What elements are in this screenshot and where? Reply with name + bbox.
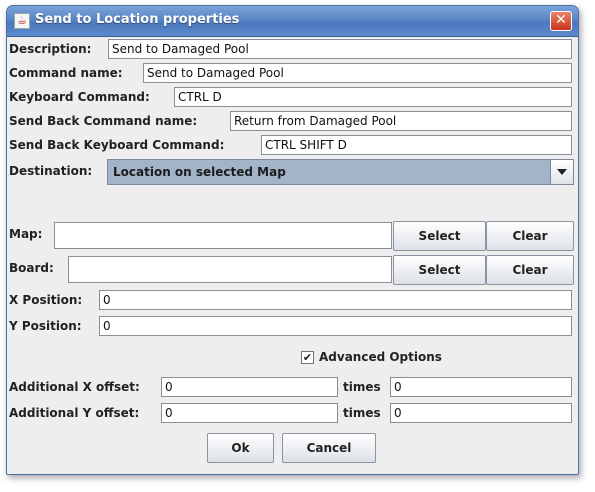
additional-x-times-label: times xyxy=(343,380,381,394)
keyboard-command-field[interactable]: CTRL D xyxy=(174,87,572,107)
destination-selected-value: Location on selected Map xyxy=(113,165,286,179)
additional-y-times-label: times xyxy=(343,406,381,420)
destination-label: Destination: xyxy=(9,164,93,178)
additional-x-offset-field[interactable]: 0 xyxy=(161,377,338,397)
command-name-label: Command name: xyxy=(9,66,123,80)
additional-y-offset-field[interactable]: 0 xyxy=(161,403,338,423)
java-cup-icon: ☕ xyxy=(14,13,30,29)
ok-button[interactable]: Ok xyxy=(207,433,274,463)
additional-y-offset-label: Additional Y offset: xyxy=(9,406,140,420)
map-clear-button[interactable]: Clear xyxy=(486,221,574,251)
description-label: Description: xyxy=(9,42,92,56)
command-name-field[interactable]: Send to Damaged Pool xyxy=(143,63,572,83)
y-position-label: Y Position: xyxy=(9,319,82,333)
x-position-field[interactable]: 0 xyxy=(99,290,572,310)
window-title: Send to Location properties xyxy=(35,12,240,27)
additional-y-times-field[interactable]: 0 xyxy=(390,403,572,423)
x-position-label: X Position: xyxy=(9,293,83,307)
additional-x-times-field[interactable]: 0 xyxy=(390,377,572,397)
send-back-command-name-label: Send Back Command name: xyxy=(9,114,198,128)
advanced-options-checkbox[interactable]: ✔ xyxy=(301,351,314,364)
chevron-down-icon[interactable] xyxy=(550,160,573,184)
close-button[interactable]: ✕ xyxy=(550,11,572,31)
board-clear-button[interactable]: Clear xyxy=(486,255,574,285)
y-position-field[interactable]: 0 xyxy=(99,316,572,336)
dialog-window: ☕ Send to Location properties ✕ Descript… xyxy=(6,5,579,475)
board-field[interactable] xyxy=(68,256,392,283)
destination-dropdown[interactable]: Location on selected Map xyxy=(107,159,574,185)
cancel-button[interactable]: Cancel xyxy=(282,433,376,463)
additional-x-offset-label: Additional X offset: xyxy=(9,380,140,394)
description-field[interactable]: Send to Damaged Pool xyxy=(108,39,572,59)
board-label: Board: xyxy=(9,261,54,275)
send-back-keyboard-command-field[interactable]: CTRL SHIFT D xyxy=(261,135,572,155)
map-field[interactable] xyxy=(54,222,392,249)
map-select-button[interactable]: Select xyxy=(393,221,486,251)
board-select-button[interactable]: Select xyxy=(393,255,486,285)
map-label: Map: xyxy=(9,227,43,241)
dialog-content: Description: Send to Damaged Pool Comman… xyxy=(7,37,578,474)
keyboard-command-label: Keyboard Command: xyxy=(9,90,150,104)
send-back-command-name-field[interactable]: Return from Damaged Pool xyxy=(230,111,572,131)
send-back-keyboard-command-label: Send Back Keyboard Command: xyxy=(9,138,225,152)
advanced-options-label[interactable]: Advanced Options xyxy=(319,347,442,367)
title-bar[interactable]: ☕ Send to Location properties ✕ xyxy=(7,6,578,37)
